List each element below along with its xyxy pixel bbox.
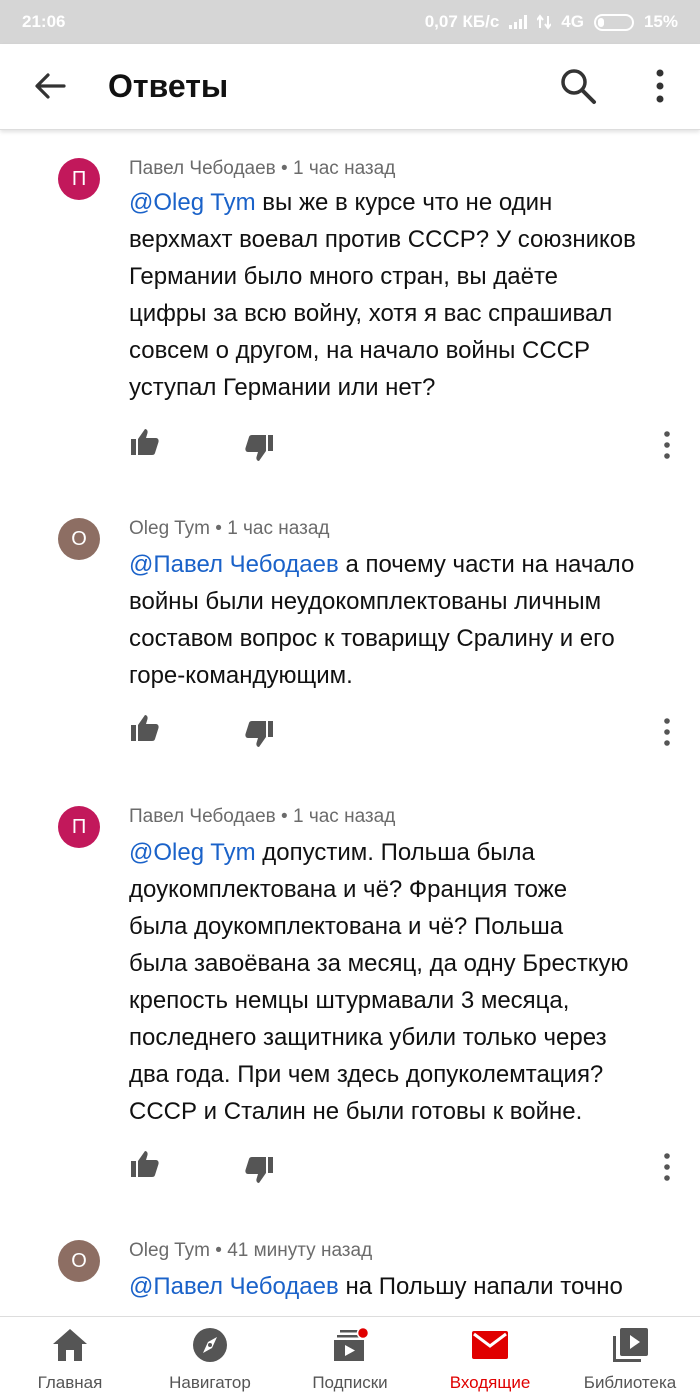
mention-link[interactable]: @Павел Чебодаев [129, 1273, 339, 1300]
nav-subscriptions[interactable]: Подписки [280, 1317, 420, 1400]
page-title: Ответы [108, 68, 229, 104]
like-icon[interactable] [129, 426, 161, 458]
comment-line-text: а почему части на начало [345, 551, 635, 578]
avatar-letter: O [71, 1249, 87, 1272]
comment-line: была доукомплектована и чё? Польша [129, 913, 564, 940]
status-right: 0,07 КБ/с 4G 15% [425, 12, 678, 32]
home-icon [53, 1329, 87, 1361]
avatar-letter: O [71, 527, 87, 550]
comment-line: @Oleg Tym вы же в курсе что не один [129, 184, 674, 221]
comment-line: войны были неудокомплектованы личным [129, 588, 602, 615]
comment-line: совсем о другом, на начало войны СССР [129, 337, 591, 364]
compass-icon [193, 1328, 227, 1362]
back-arrow-icon[interactable] [32, 68, 68, 104]
comment-time: 41 минуту назад [227, 1240, 373, 1261]
comment-time: 1 час назад [293, 158, 396, 179]
comment-line: верхмахт воевал против СССР? У союзников [129, 226, 636, 253]
nav-explore[interactable]: Навигатор [140, 1317, 280, 1400]
nav-label: Навигатор [169, 1373, 251, 1392]
comment-line: горе-командующим. [129, 662, 353, 689]
comment-author[interactable]: Павел Чебодаев [129, 806, 276, 827]
comment-line: последнего защитника убили только через [129, 1024, 607, 1051]
like-icon[interactable] [129, 712, 161, 744]
comment-meta: Павел Чебодаев • 1 час назад [129, 806, 396, 827]
bottom-nav: Главная Навигатор Подписки Входящие Библ… [0, 1316, 700, 1400]
comment-line-text: на Польшу напали точно [345, 1273, 623, 1300]
nav-label: Входящие [449, 1373, 531, 1392]
comment-line: @Павел Чебодаев на Польшу напали точно [129, 1268, 674, 1305]
comment-author[interactable]: Oleg Tym [129, 518, 210, 539]
nav-inbox[interactable]: Входящие [420, 1317, 560, 1400]
app-bar: Ответы [0, 44, 700, 130]
dislike-icon[interactable] [243, 1154, 275, 1186]
like-icon[interactable] [129, 1148, 161, 1180]
comment-menu-icon[interactable] [656, 717, 678, 747]
nav-label: Подписки [312, 1373, 388, 1392]
mention-link[interactable]: @Павел Чебодаев [129, 551, 339, 578]
comment-time: 1 час назад [293, 806, 396, 827]
comment-text: @Павел Чебодаев а почему части на начало… [129, 546, 674, 694]
avatar[interactable]: П [58, 158, 100, 200]
comment-line: СССР и Сталин не были готовы к войне. [129, 1098, 583, 1125]
comment-line: @Oleg Tym допустим. Польша была [129, 834, 674, 871]
mention-link[interactable]: @Oleg Tym [129, 189, 256, 216]
status-bar: 21:06 0,07 КБ/с 4G 15% [0, 0, 700, 44]
search-icon[interactable] [558, 66, 598, 106]
comment-line: доукомплектована и чё? Франция тоже [129, 876, 568, 903]
avatar[interactable]: O [58, 1240, 100, 1282]
comment-time: 1 час назад [227, 518, 330, 539]
network-speed: 0,07 КБ/с [424, 12, 500, 31]
dislike-icon[interactable] [243, 432, 275, 464]
comment-author[interactable]: Oleg Tym [129, 1240, 210, 1261]
comment-line: уступал Германии или нет? [129, 374, 436, 401]
avatar-letter: П [71, 815, 87, 838]
data-arrows-icon [537, 14, 552, 30]
comment-line: цифры за всю войну, хотя я вас спрашивал [129, 300, 613, 327]
inbox-icon [472, 1331, 508, 1359]
avatar[interactable]: П [58, 806, 100, 848]
wifi-signal-icon [509, 15, 528, 29]
nav-label: Библиотека [583, 1373, 677, 1392]
comment-text: @Павел Чебодаев на Польшу напали точно [129, 1268, 674, 1305]
avatar[interactable]: O [58, 518, 100, 560]
comment-line: крепость немцы штурмавали 3 месяца, [129, 987, 570, 1014]
comment-menu-icon[interactable] [656, 1152, 678, 1182]
comment-line: составом вопрос к товарищу Сралину и его [129, 625, 615, 652]
comment-text: @Oleg Tym допустим. Польша была доукомпл… [129, 834, 674, 1130]
battery-icon [593, 13, 634, 31]
comment-menu-icon[interactable] [656, 430, 678, 460]
comment-line: @Павел Чебодаев а почему части на начало [129, 546, 674, 583]
mention-link[interactable]: @Oleg Tym [129, 839, 256, 866]
library-icon [613, 1328, 648, 1362]
comment-line: была завоёвана за месяц, да одну Брестку… [129, 950, 629, 977]
nav-home[interactable]: Главная [0, 1317, 140, 1400]
status-time: 21:06 [22, 12, 66, 31]
comment-meta: Oleg Tym • 41 минуту назад [129, 1240, 373, 1261]
comment-meta: Павел Чебодаев • 1 час назад [129, 158, 396, 179]
comment-text: @Oleg Tym вы же в курсе что не один верх… [129, 184, 674, 406]
network-type: 4G [561, 12, 584, 31]
comment-line: два года. При чем здесь допуколемтация? [129, 1061, 604, 1088]
comment-author[interactable]: Павел Чебодаев [129, 158, 276, 179]
comment-line-text: допустим. Польша была [262, 839, 535, 866]
subscriptions-icon [334, 1327, 370, 1361]
more-options-icon[interactable] [644, 66, 676, 106]
comment-meta: Oleg Tym • 1 час назад [129, 518, 330, 539]
battery-level: 15% [643, 12, 678, 31]
comment-line-text: вы же в курсе что не один [262, 189, 553, 216]
nav-library[interactable]: Библиотека [560, 1317, 700, 1400]
dislike-icon[interactable] [243, 718, 275, 750]
comment-line: Германии было много стран, вы даёте [129, 263, 559, 290]
screen: 21:06 0,07 КБ/с 4G 15% Ответы П Павел Че… [0, 0, 700, 1400]
avatar-letter: П [71, 167, 87, 190]
nav-label: Главная [37, 1373, 103, 1392]
